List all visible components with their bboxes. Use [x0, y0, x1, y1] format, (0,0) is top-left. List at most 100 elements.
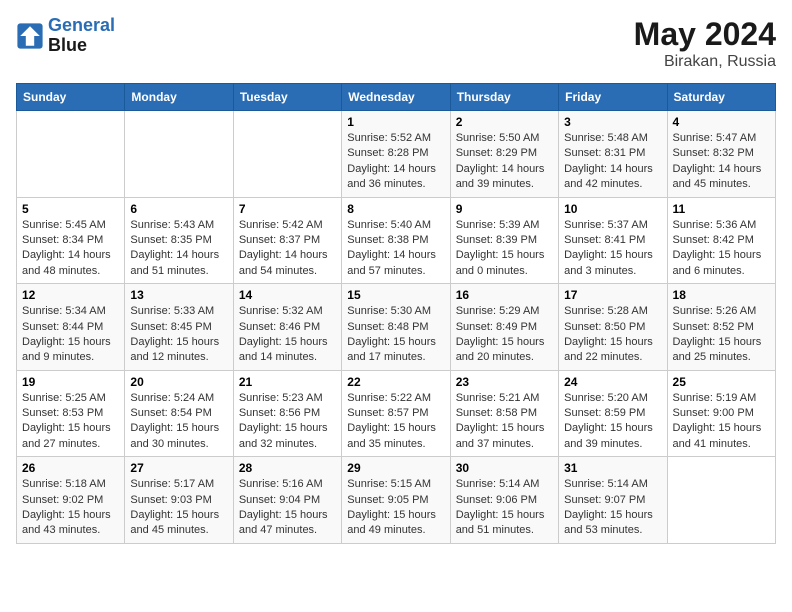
day-number: 23	[456, 375, 553, 389]
month-title: May 2024	[634, 16, 776, 53]
day-info: Sunrise: 5:48 AM Sunset: 8:31 PM Dayligh…	[564, 131, 661, 193]
day-number: 25	[673, 375, 770, 389]
calendar-table: SundayMondayTuesdayWednesdayThursdayFrid…	[16, 83, 776, 544]
calendar-day-17: 17 Sunrise: 5:28 AM Sunset: 8:50 PM Dayli…	[559, 284, 667, 371]
day-number: 24	[564, 375, 661, 389]
calendar-day-25: 25 Sunrise: 5:19 AM Sunset: 9:00 PM Dayli…	[667, 370, 775, 457]
day-number: 28	[239, 461, 336, 475]
day-info: Sunrise: 5:14 AM Sunset: 9:06 PM Dayligh…	[456, 477, 553, 539]
day-number: 21	[239, 375, 336, 389]
col-header-friday: Friday	[559, 84, 667, 111]
day-info: Sunrise: 5:39 AM Sunset: 8:39 PM Dayligh…	[456, 218, 553, 280]
day-info: Sunrise: 5:52 AM Sunset: 8:28 PM Dayligh…	[347, 131, 444, 193]
day-number: 1	[347, 115, 444, 129]
calendar-day-31: 31Sunrise: 5:14 AM Sunset: 9:07 PM Dayli…	[559, 457, 667, 544]
page-header: General Blue May 2024 Birakan, Russia	[16, 16, 776, 71]
calendar-day-2: 2 Sunrise: 5:50 AM Sunset: 8:29 PM Daylig…	[450, 111, 558, 198]
logo: General Blue	[16, 16, 115, 56]
day-number: 15	[347, 288, 444, 302]
day-info: Sunrise: 5:21 AM Sunset: 8:58 PM Dayligh…	[456, 391, 553, 453]
col-header-monday: Monday	[125, 84, 233, 111]
calendar-day-20: 20Sunrise: 5:24 AM Sunset: 8:54 PM Dayli…	[125, 370, 233, 457]
calendar-day-15: 15Sunrise: 5:30 AM Sunset: 8:48 PM Dayli…	[342, 284, 450, 371]
calendar-empty	[233, 111, 341, 198]
calendar-day-27: 27Sunrise: 5:17 AM Sunset: 9:03 PM Dayli…	[125, 457, 233, 544]
calendar-day-21: 21 Sunrise: 5:23 AM Sunset: 8:56 PM Dayli…	[233, 370, 341, 457]
day-info: Sunrise: 5:20 AM Sunset: 8:59 PM Dayligh…	[564, 391, 661, 453]
day-number: 11	[673, 202, 770, 216]
day-info: Sunrise: 5:42 AM Sunset: 8:37 PM Dayligh…	[239, 218, 336, 280]
day-info: Sunrise: 5:47 AM Sunset: 8:32 PM Dayligh…	[673, 131, 770, 193]
calendar-day-4: 4Sunrise: 5:47 AM Sunset: 8:32 PM Daylig…	[667, 111, 775, 198]
day-number: 22	[347, 375, 444, 389]
day-number: 12	[22, 288, 119, 302]
col-header-thursday: Thursday	[450, 84, 558, 111]
calendar-day-10: 10Sunrise: 5:37 AM Sunset: 8:41 PM Dayli…	[559, 197, 667, 284]
calendar-day-22: 22Sunrise: 5:22 AM Sunset: 8:57 PM Dayli…	[342, 370, 450, 457]
title-block: May 2024 Birakan, Russia	[634, 16, 776, 71]
col-header-sunday: Sunday	[17, 84, 125, 111]
col-header-tuesday: Tuesday	[233, 84, 341, 111]
day-info: Sunrise: 5:16 AM Sunset: 9:04 PM Dayligh…	[239, 477, 336, 539]
calendar-week-row: 19Sunrise: 5:25 AM Sunset: 8:53 PM Dayli…	[17, 370, 776, 457]
calendar-week-row: 1 Sunrise: 5:52 AM Sunset: 8:28 PM Daylig…	[17, 111, 776, 198]
calendar-day-3: 3Sunrise: 5:48 AM Sunset: 8:31 PM Daylig…	[559, 111, 667, 198]
logo-text: General Blue	[48, 16, 115, 56]
calendar-day-28: 28 Sunrise: 5:16 AM Sunset: 9:04 PM Dayli…	[233, 457, 341, 544]
day-number: 29	[347, 461, 444, 475]
day-info: Sunrise: 5:40 AM Sunset: 8:38 PM Dayligh…	[347, 218, 444, 280]
day-info: Sunrise: 5:24 AM Sunset: 8:54 PM Dayligh…	[130, 391, 227, 453]
day-info: Sunrise: 5:32 AM Sunset: 8:46 PM Dayligh…	[239, 304, 336, 366]
day-info: Sunrise: 5:17 AM Sunset: 9:03 PM Dayligh…	[130, 477, 227, 539]
logo-line2: Blue	[48, 36, 115, 56]
calendar-header-row: SundayMondayTuesdayWednesdayThursdayFrid…	[17, 84, 776, 111]
calendar-day-16: 16 Sunrise: 5:29 AM Sunset: 8:49 PM Dayli…	[450, 284, 558, 371]
day-info: Sunrise: 5:34 AM Sunset: 8:44 PM Dayligh…	[22, 304, 119, 366]
calendar-day-19: 19Sunrise: 5:25 AM Sunset: 8:53 PM Dayli…	[17, 370, 125, 457]
calendar-empty	[667, 457, 775, 544]
calendar-day-26: 26 Sunrise: 5:18 AM Sunset: 9:02 PM Dayli…	[17, 457, 125, 544]
day-info: Sunrise: 5:33 AM Sunset: 8:45 PM Dayligh…	[130, 304, 227, 366]
col-header-wednesday: Wednesday	[342, 84, 450, 111]
day-info: Sunrise: 5:29 AM Sunset: 8:49 PM Dayligh…	[456, 304, 553, 366]
calendar-day-23: 23 Sunrise: 5:21 AM Sunset: 8:58 PM Dayli…	[450, 370, 558, 457]
calendar-day-5: 5 Sunrise: 5:45 AM Sunset: 8:34 PM Daylig…	[17, 197, 125, 284]
day-info: Sunrise: 5:50 AM Sunset: 8:29 PM Dayligh…	[456, 131, 553, 193]
calendar-day-6: 6Sunrise: 5:43 AM Sunset: 8:35 PM Daylig…	[125, 197, 233, 284]
logo-line1: General	[48, 15, 115, 35]
day-number: 7	[239, 202, 336, 216]
day-number: 6	[130, 202, 227, 216]
day-info: Sunrise: 5:15 AM Sunset: 9:05 PM Dayligh…	[347, 477, 444, 539]
day-info: Sunrise: 5:19 AM Sunset: 9:00 PM Dayligh…	[673, 391, 770, 453]
calendar-day-8: 8 Sunrise: 5:40 AM Sunset: 8:38 PM Daylig…	[342, 197, 450, 284]
day-number: 16	[456, 288, 553, 302]
calendar-day-7: 7 Sunrise: 5:42 AM Sunset: 8:37 PM Daylig…	[233, 197, 341, 284]
logo-icon	[16, 22, 44, 50]
day-number: 9	[456, 202, 553, 216]
day-info: Sunrise: 5:25 AM Sunset: 8:53 PM Dayligh…	[22, 391, 119, 453]
calendar-empty	[17, 111, 125, 198]
day-number: 8	[347, 202, 444, 216]
day-number: 14	[239, 288, 336, 302]
col-header-saturday: Saturday	[667, 84, 775, 111]
calendar-day-18: 18Sunrise: 5:26 AM Sunset: 8:52 PM Dayli…	[667, 284, 775, 371]
day-number: 13	[130, 288, 227, 302]
day-number: 2	[456, 115, 553, 129]
calendar-day-1: 1 Sunrise: 5:52 AM Sunset: 8:28 PM Daylig…	[342, 111, 450, 198]
day-info: Sunrise: 5:45 AM Sunset: 8:34 PM Dayligh…	[22, 218, 119, 280]
day-info: Sunrise: 5:28 AM Sunset: 8:50 PM Dayligh…	[564, 304, 661, 366]
day-number: 10	[564, 202, 661, 216]
calendar-day-29: 29 Sunrise: 5:15 AM Sunset: 9:05 PM Dayli…	[342, 457, 450, 544]
day-number: 26	[22, 461, 119, 475]
day-number: 17	[564, 288, 661, 302]
day-number: 5	[22, 202, 119, 216]
day-number: 31	[564, 461, 661, 475]
calendar-day-11: 11 Sunrise: 5:36 AM Sunset: 8:42 PM Dayli…	[667, 197, 775, 284]
calendar-day-24: 24 Sunrise: 5:20 AM Sunset: 8:59 PM Dayli…	[559, 370, 667, 457]
calendar-day-13: 13 Sunrise: 5:33 AM Sunset: 8:45 PM Dayli…	[125, 284, 233, 371]
day-info: Sunrise: 5:18 AM Sunset: 9:02 PM Dayligh…	[22, 477, 119, 539]
day-info: Sunrise: 5:36 AM Sunset: 8:42 PM Dayligh…	[673, 218, 770, 280]
calendar-week-row: 26 Sunrise: 5:18 AM Sunset: 9:02 PM Dayli…	[17, 457, 776, 544]
calendar-empty	[125, 111, 233, 198]
day-info: Sunrise: 5:23 AM Sunset: 8:56 PM Dayligh…	[239, 391, 336, 453]
